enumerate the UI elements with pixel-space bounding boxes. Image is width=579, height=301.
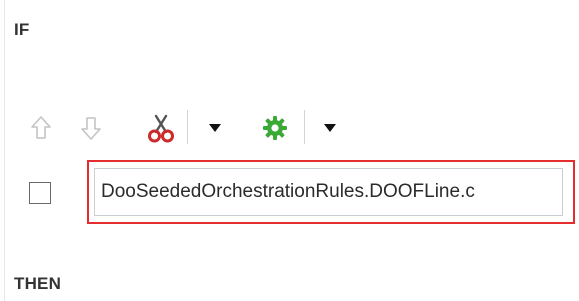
- toolbar-separator: [187, 110, 188, 144]
- settings-menu-button[interactable]: [313, 108, 347, 148]
- move-down-button[interactable]: [74, 108, 108, 148]
- condition-toolbar: [24, 108, 364, 150]
- condition-expression-text: DooSeededOrchestrationRules.DOOFLine.c: [101, 181, 475, 202]
- chevron-down-icon: [324, 124, 336, 132]
- scissors-icon: [148, 114, 174, 143]
- gear-icon: [263, 116, 287, 140]
- condition-select-checkbox[interactable]: [29, 182, 51, 204]
- settings-button[interactable]: [258, 108, 292, 148]
- cut-button[interactable]: [144, 108, 178, 148]
- arrow-up-icon: [31, 116, 51, 139]
- then-section-label: THEN: [14, 274, 62, 293]
- cut-menu-button[interactable]: [198, 108, 232, 148]
- arrow-down-icon: [81, 117, 101, 140]
- condition-expression-field[interactable]: DooSeededOrchestrationRules.DOOFLine.c: [94, 168, 563, 216]
- chevron-down-icon: [209, 124, 221, 132]
- condition-highlight-box: DooSeededOrchestrationRules.DOOFLine.c: [87, 160, 575, 224]
- if-section-label: IF: [14, 20, 30, 39]
- move-up-button[interactable]: [24, 108, 58, 148]
- toolbar-separator: [304, 110, 305, 144]
- panel-left-border: [4, 0, 5, 301]
- rule-editor-panel: IF DooSeededOrchestrationRules.DOOFLine.…: [0, 0, 579, 301]
